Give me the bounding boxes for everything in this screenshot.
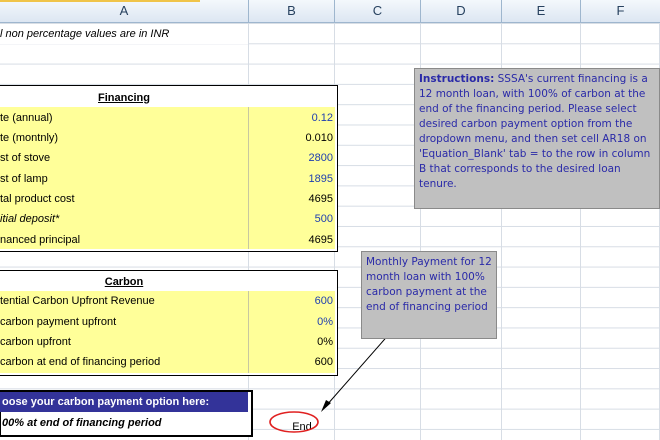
column-header-c[interactable]: C bbox=[335, 0, 421, 22]
rate-monthly-value[interactable]: 0.010 bbox=[250, 128, 333, 148]
carbon-upfront-label[interactable]: carbon upfront bbox=[0, 332, 246, 352]
instructions-text: SSSA's current financing is a 12 month l… bbox=[419, 73, 651, 190]
column-header-f[interactable]: F bbox=[581, 0, 660, 22]
rate-monthly-label[interactable]: te (montnly) bbox=[0, 128, 246, 148]
cost-lamp-label[interactable]: st of lamp bbox=[0, 169, 246, 189]
carbon-option-dropdown[interactable]: 00% at end of financing period bbox=[0, 413, 246, 433]
total-cost-value[interactable]: 4695 bbox=[250, 189, 333, 209]
column-header-e[interactable]: E bbox=[502, 0, 581, 22]
cost-stove-label[interactable]: st of stove bbox=[0, 148, 246, 168]
currency-note[interactable]: l non percentage values are in INR bbox=[0, 24, 248, 44]
instructions-note[interactable]: Instructions: SSSA's current financing i… bbox=[414, 68, 660, 209]
financed-principal-value[interactable]: 4695 bbox=[250, 230, 333, 250]
column-header-d[interactable]: D bbox=[421, 0, 502, 22]
initial-deposit-value[interactable]: 500 bbox=[250, 209, 333, 229]
divider bbox=[248, 107, 249, 249]
rate-annual-label[interactable]: te (annual) bbox=[0, 108, 246, 128]
carbon-option-header: oose your carbon payment option here: bbox=[0, 392, 248, 412]
cost-stove-value[interactable]: 2800 bbox=[250, 148, 333, 168]
carbon-payment-upfront-label[interactable]: carbon payment upfront bbox=[0, 312, 246, 332]
initial-deposit-label[interactable]: itial deposit* bbox=[0, 209, 246, 229]
highlight-oval bbox=[269, 411, 319, 433]
column-header-b[interactable]: B bbox=[249, 0, 335, 22]
column-header-bar: A B C D E F bbox=[0, 0, 660, 23]
cost-lamp-value[interactable]: 1895 bbox=[250, 169, 333, 189]
carbon-end-label[interactable]: carbon at end of financing period bbox=[0, 352, 246, 372]
monthly-payment-note[interactable]: Monthly Payment for 12 month loan with 1… bbox=[361, 251, 497, 339]
total-cost-label[interactable]: tal product cost bbox=[0, 189, 246, 209]
carbon-title: Carbon bbox=[104, 276, 144, 288]
column-header-a[interactable]: A bbox=[0, 0, 249, 22]
financing-title: Financing bbox=[98, 92, 150, 104]
instructions-heading: Instructions: bbox=[419, 73, 495, 85]
carbon-revenue-label[interactable]: tential Carbon Upfront Revenue bbox=[0, 291, 246, 311]
carbon-revenue-value[interactable]: 600 bbox=[250, 291, 333, 311]
financed-principal-label[interactable]: nanced principal bbox=[0, 230, 246, 250]
rate-annual-value[interactable]: 0.12 bbox=[250, 108, 333, 128]
divider bbox=[248, 291, 249, 373]
